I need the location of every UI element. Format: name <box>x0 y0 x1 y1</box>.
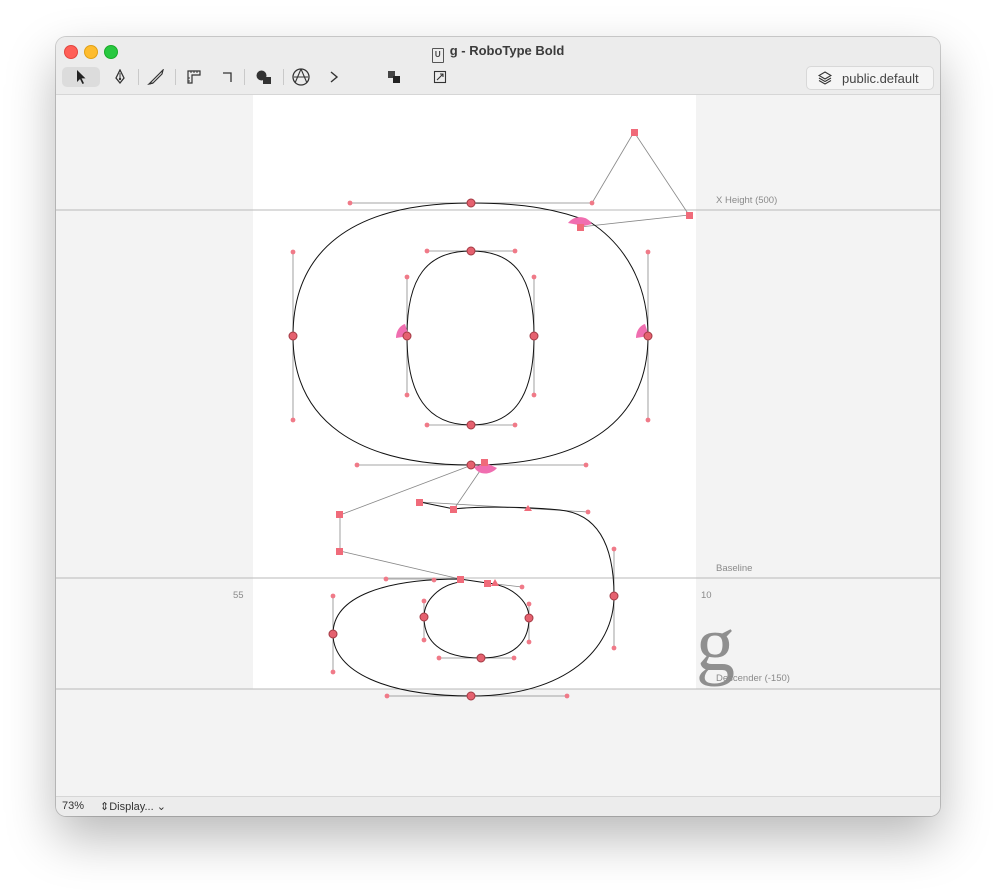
transform-square-icon <box>433 70 447 84</box>
shapes-icon <box>256 70 271 84</box>
glyph-canvas[interactable]: X Height (500) Baseline 55 10 g Descende… <box>56 95 940 796</box>
toolbar-separator <box>175 69 176 85</box>
glyph-editor-window: Ug - RoboType Bold public.default X Heig… <box>56 37 940 816</box>
overlap-squares-icon <box>388 71 400 83</box>
pointer-tool[interactable] <box>62 67 100 87</box>
shapes-tool[interactable] <box>252 67 276 87</box>
window-title-text: g - RoboType Bold <box>449 43 565 58</box>
status-bar: 73% ⇕Display... ⌄ <box>56 796 940 816</box>
descender-label: Descender (-150) <box>716 673 790 684</box>
baseline-label: Baseline <box>716 563 752 574</box>
chevron-right-icon <box>330 71 339 83</box>
toolbar-separator <box>138 69 139 85</box>
layer-selector[interactable]: public.default <box>806 66 934 90</box>
anchor-circle-icon <box>292 68 310 86</box>
glyph-box <box>253 95 696 689</box>
zoom-level[interactable]: 73% <box>62 800 84 812</box>
corner-icon <box>223 72 232 82</box>
chevron-down-icon: ⌄ <box>156 801 166 813</box>
pen-tool[interactable] <box>108 67 132 87</box>
knife-tool[interactable] <box>144 67 168 87</box>
ruler-icon <box>187 70 201 84</box>
glyph-canvas-drawing[interactable]: X Height (500) Baseline 55 10 g Descende… <box>56 95 940 796</box>
transform-button[interactable] <box>429 67 451 87</box>
layers-icon <box>818 71 832 85</box>
overlap-button[interactable] <box>383 67 405 87</box>
pen-nib-icon <box>115 69 125 85</box>
arrow-pointer-icon <box>77 70 86 84</box>
corner-tool[interactable] <box>216 67 238 87</box>
toolbar-separator <box>283 69 284 85</box>
knife-icon <box>147 69 164 85</box>
anchor-tool[interactable] <box>289 67 313 87</box>
layer-name: public.default <box>842 70 919 86</box>
display-menu[interactable]: ⇕Display... ⌄ <box>100 800 166 813</box>
left-sidebearing-label: 55 <box>233 590 244 601</box>
toolbar-separator <box>244 69 245 85</box>
more-tools-button[interactable] <box>324 67 344 87</box>
document-icon: U <box>431 48 444 63</box>
updown-chevron-icon: ⇕ <box>100 801 110 813</box>
titlebar: Ug - RoboType Bold public.default <box>56 37 940 95</box>
ruler-tool[interactable] <box>182 67 206 87</box>
window-title: Ug - RoboType Bold <box>56 43 940 63</box>
display-menu-label: Display... <box>109 801 154 813</box>
x-height-label: X Height (500) <box>716 195 777 206</box>
